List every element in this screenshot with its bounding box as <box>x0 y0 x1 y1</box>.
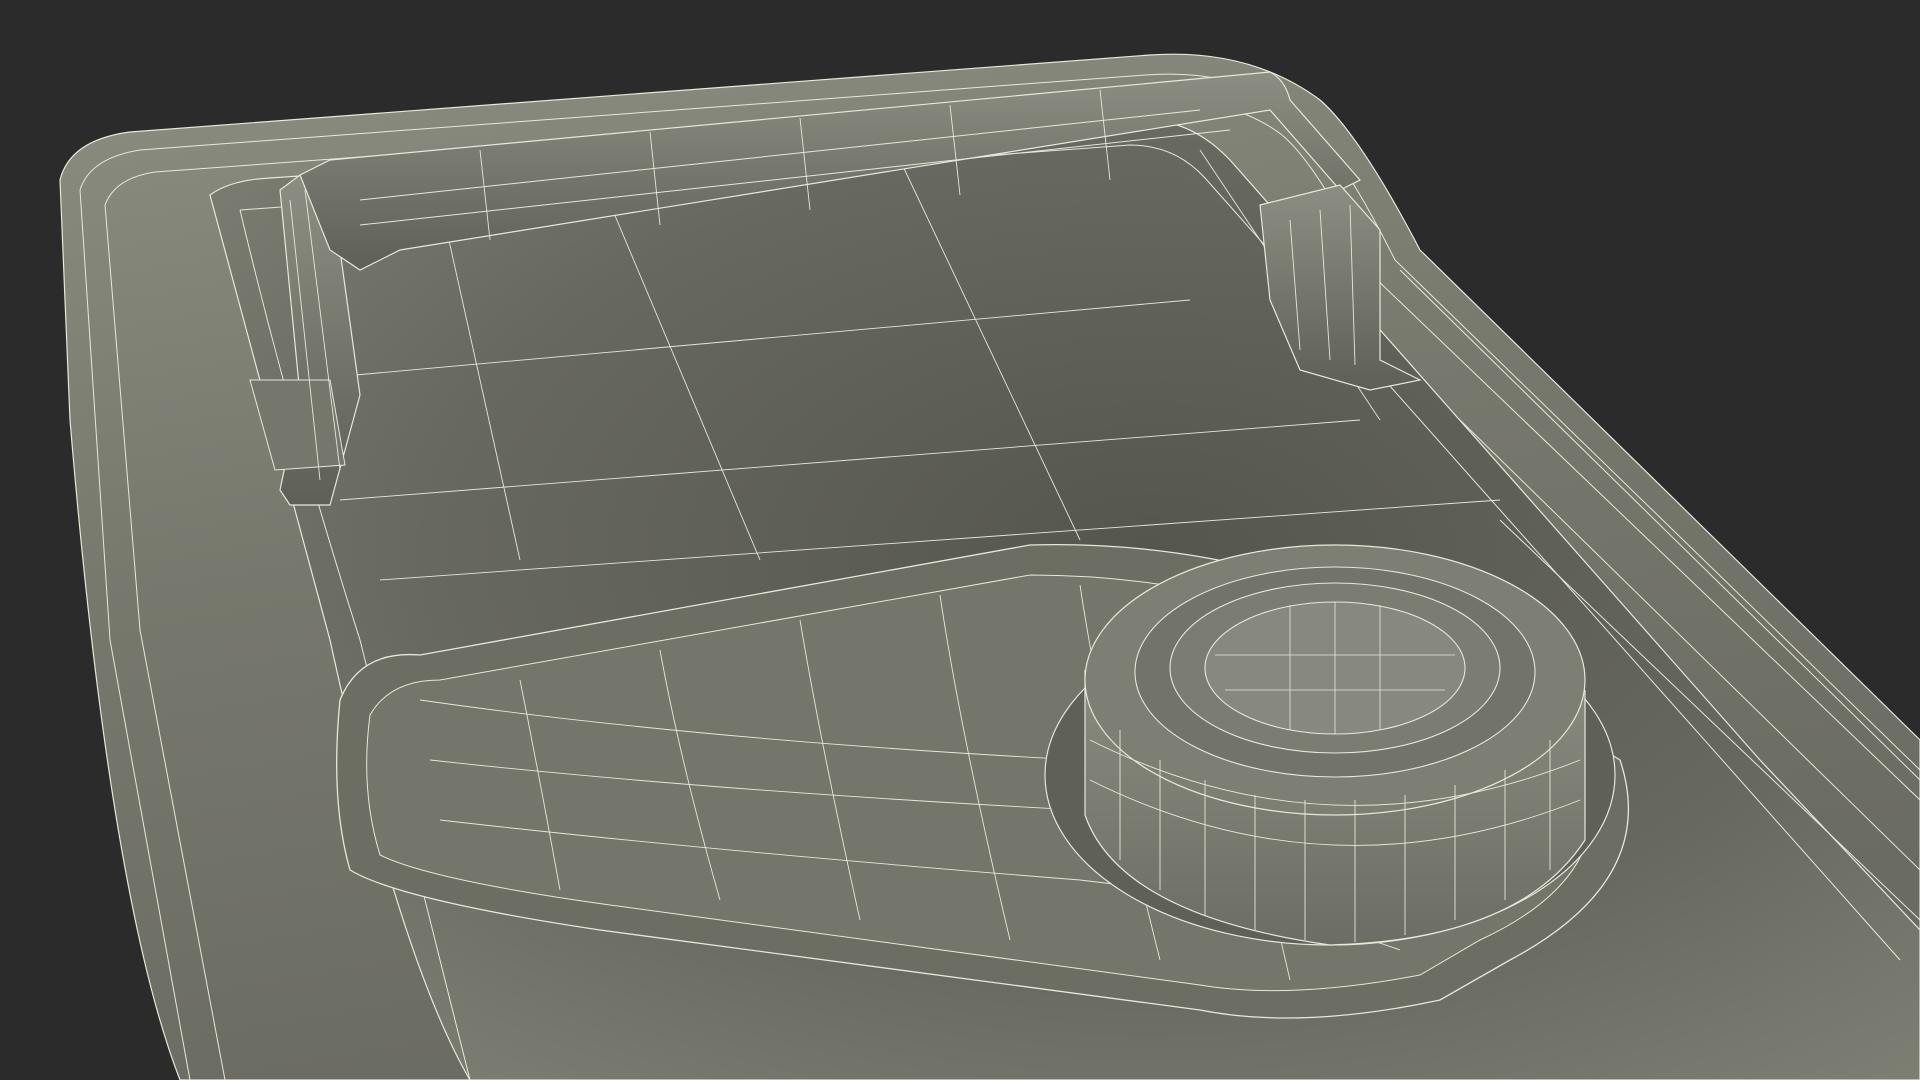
spout-cap <box>1044 544 1616 946</box>
render-viewport <box>0 0 1920 1080</box>
wireframe-render <box>0 0 1920 1080</box>
